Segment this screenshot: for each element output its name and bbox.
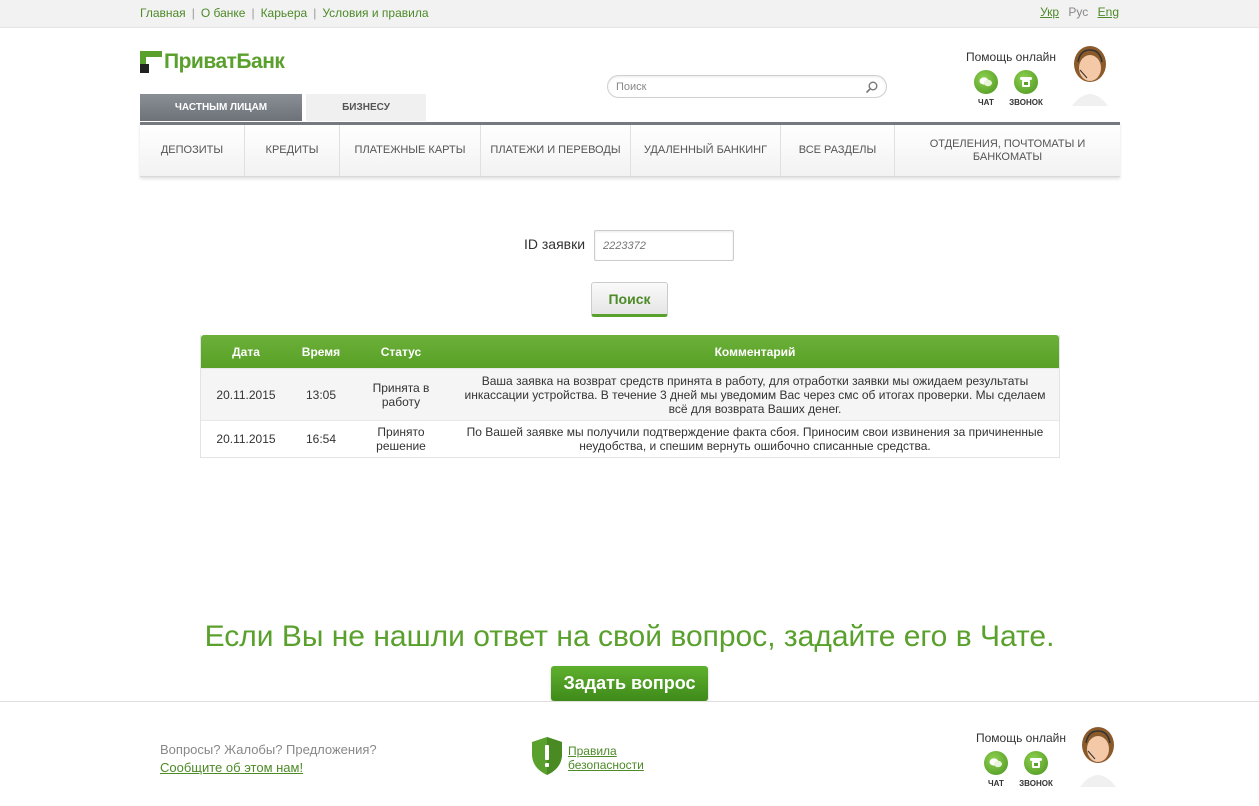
header-comment: Комментарий (714, 344, 796, 359)
call-button[interactable]: ЗВОНОК (1016, 751, 1056, 788)
top-link-career[interactable]: Карьера (261, 6, 308, 20)
security-rules-link[interactable]: Правила безопасности (568, 744, 644, 772)
header-date: Дата (232, 344, 260, 359)
chat-promo-text: Если Вы не нашли ответ на свой вопрос, з… (204, 620, 1055, 653)
top-link-terms[interactable]: Условия и правила (322, 6, 428, 20)
top-bar: Главная | О банке | Карьера | Условия и правил… (0, 0, 1259, 28)
header-time: Время (301, 344, 341, 359)
lang-rus: Рус (1068, 5, 1089, 19)
table-header: Дата Время Статус Комментарий (201, 335, 1059, 368)
search-box (607, 75, 887, 98)
nav-payments-transfers[interactable]: ПЛАТЕЖИ И ПЕРЕВОДЫ (481, 125, 631, 176)
header-status: Статус (380, 344, 422, 359)
request-id-input[interactable] (594, 230, 734, 261)
help-online-header: Помощь онлайн ЧАТ ЗВОНОК (966, 50, 1078, 107)
cell-status: Принята в работу (372, 380, 430, 409)
cell-date: 20.11.2015 (216, 387, 276, 402)
top-link-home[interactable]: Главная (140, 6, 186, 20)
security-link-line2: безопасности (568, 758, 644, 772)
footer-question: Вопросы? Жалобы? Предложения? (160, 742, 377, 757)
support-operator-avatar (1080, 727, 1116, 787)
help-online-footer: Помощь онлайн ЧАТ ЗВОНОК (976, 731, 1088, 788)
search-input[interactable] (616, 76, 856, 97)
separator: | (191, 6, 195, 20)
nav-branches-atms[interactable]: ОТДЕЛЕНИЯ, ПОЧТОМАТЫ И БАНКОМАТЫ (895, 125, 1120, 176)
support-operator-avatar (1072, 46, 1108, 106)
cell-date: 20.11.2015 (216, 432, 276, 446)
call-button[interactable]: ЗВОНОК (1006, 70, 1046, 107)
call-label: ЗВОНОК (1009, 98, 1043, 107)
search-button[interactable]: Поиск (591, 282, 668, 317)
logo-icon (140, 51, 162, 73)
cell-time: 16:54 (305, 432, 337, 446)
chat-icon (984, 751, 1008, 775)
nav-credits[interactable]: КРЕДИТЫ (245, 125, 340, 176)
nav-payment-cards[interactable]: ПЛАТЕЖНЫЕ КАРТЫ (340, 125, 481, 176)
lang-ukr[interactable]: Укр (1040, 5, 1059, 19)
tab-private[interactable]: ЧАСТНЫМ ЛИЦАМ (140, 94, 302, 121)
ask-question-button[interactable]: Задать вопрос (551, 666, 708, 701)
phone-icon (1024, 751, 1048, 775)
security-link-line1: Правила (568, 744, 617, 758)
report-link[interactable]: Сообщите об этом нам! (160, 760, 303, 775)
logo[interactable]: ПриватБанк (140, 48, 285, 76)
nav-all-sections[interactable]: ВСЕ РАЗДЕЛЫ (781, 125, 895, 176)
phone-icon (1014, 70, 1038, 94)
cell-comment: Ваша заявка на возврат средств принята в… (464, 373, 1046, 416)
results-table: Дата Время Статус Комментарий 20.11.2015… (200, 335, 1060, 458)
cell-time: 13:05 (305, 387, 337, 402)
chat-button[interactable]: ЧАТ (976, 751, 1016, 788)
tab-business[interactable]: БИЗНЕСУ (306, 94, 426, 121)
nav-remote-banking[interactable]: УДАЛЕННЫЙ БАНКИНГ (631, 125, 781, 176)
request-id-label: ID заявки (524, 236, 586, 252)
table-row: 20.11.2015 16:54 Принято решение По Ваше… (201, 420, 1059, 457)
nav-deposits[interactable]: ДЕПОЗИТЫ (140, 125, 245, 176)
help-buttons: ЧАТ ЗВОНОК (976, 751, 1088, 788)
help-title: Помощь онлайн (966, 50, 1056, 64)
cell-status: Принято решение (376, 425, 426, 453)
chat-icon (974, 70, 998, 94)
shield-icon (532, 737, 562, 775)
language-switcher: Укр Рус Eng (1034, 5, 1119, 19)
call-label: ЗВОНОК (1019, 779, 1053, 788)
table-row: 20.11.2015 13:05 Принята в работу Ваша з… (201, 368, 1059, 420)
search-icon[interactable] (866, 81, 878, 93)
footer: Вопросы? Жалобы? Предложения? Сообщите о… (0, 701, 1259, 806)
chat-button[interactable]: ЧАТ (966, 70, 1006, 107)
help-buttons: ЧАТ ЗВОНОК (966, 70, 1078, 107)
chat-label: ЧАТ (978, 98, 994, 107)
chat-label: ЧАТ (988, 779, 1004, 788)
top-links: Главная | О банке | Карьера | Условия и правил… (140, 6, 429, 20)
separator: | (313, 6, 317, 20)
help-title: Помощь онлайн (976, 731, 1066, 745)
separator: | (251, 6, 255, 20)
main-nav: ДЕПОЗИТЫ КРЕДИТЫ ПЛАТЕЖНЫЕ КАРТЫ ПЛАТЕЖИ… (140, 122, 1120, 177)
segment-tabs: ЧАСТНЫМ ЛИЦАМ БИЗНЕСУ (140, 94, 426, 121)
logo-text: ПриватБанк (164, 50, 285, 73)
top-link-about[interactable]: О банке (201, 6, 246, 20)
lang-eng[interactable]: Eng (1098, 5, 1119, 19)
cell-comment: По Вашей заявке мы получили подтверждени… (466, 425, 1044, 453)
